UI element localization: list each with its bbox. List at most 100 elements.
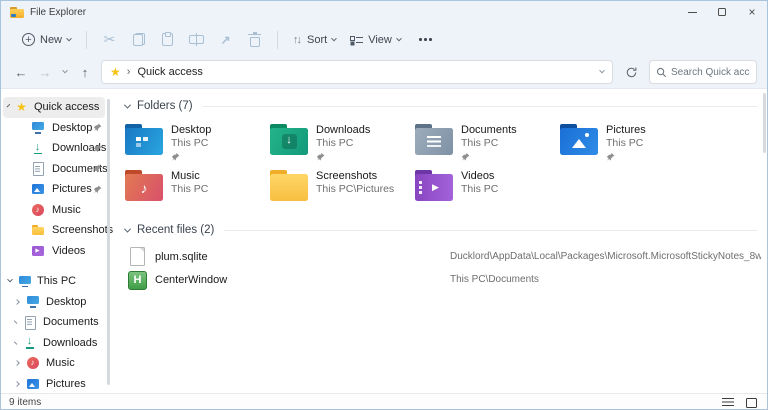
see-more-button[interactable] <box>412 27 441 53</box>
recent-file-row[interactable]: CenterWindow This PC\Documents <box>125 268 761 291</box>
search-box[interactable] <box>649 60 757 84</box>
sidebar-item[interactable]: Documents <box>1 159 113 180</box>
file-path: This PC\Documents <box>450 274 761 285</box>
chevron-down-icon[interactable] <box>124 101 131 108</box>
chevron-down-icon[interactable] <box>7 277 13 283</box>
minimize-button[interactable] <box>677 1 707 23</box>
folder-tile[interactable]: Desktop This PC <box>125 120 270 164</box>
breadcrumb[interactable]: Quick access <box>137 66 202 78</box>
folder-tile[interactable]: Documents This PC <box>415 120 560 164</box>
chevron-right-icon[interactable] <box>14 299 20 305</box>
recent-locations-button[interactable] <box>57 60 73 84</box>
sidebar-item[interactable]: Pictures <box>1 374 113 394</box>
folders-grid: Desktop This PC Downloads This PC <box>125 120 761 210</box>
folder-tile[interactable]: Downloads This PC <box>270 120 415 164</box>
cut-button[interactable]: ✂ <box>95 27 124 53</box>
chevron-right-icon[interactable] <box>14 320 18 324</box>
paste-button[interactable] <box>153 27 182 53</box>
copy-button[interactable] <box>124 27 153 53</box>
sidebar-item-label: Desktop <box>46 296 86 308</box>
sidebar-item[interactable]: Music <box>1 353 113 374</box>
sidebar-item-label: Music <box>46 357 75 369</box>
file-path: Ducklord\AppData\Local\Packages\Microsof… <box>450 251 761 262</box>
delete-button[interactable] <box>240 27 269 53</box>
sidebar-item[interactable]: Music <box>1 200 113 221</box>
folder-location: This PC <box>171 137 211 150</box>
new-button[interactable]: + New <box>15 27 78 53</box>
section-divider <box>203 106 757 107</box>
chevron-right-icon[interactable] <box>14 360 20 366</box>
sidebar-item-label: Downloads <box>43 337 97 349</box>
chevron-down-icon[interactable] <box>124 225 131 232</box>
folder-icon <box>560 124 598 155</box>
folder-name: Videos <box>461 170 498 183</box>
sidebar-item[interactable]: Pictures <box>1 179 113 200</box>
share-button[interactable]: ↗ <box>211 27 240 53</box>
pin-icon <box>93 123 102 132</box>
rename-icon <box>189 35 204 44</box>
chevron-down-icon <box>66 35 72 41</box>
large-icons-view-icon[interactable] <box>746 398 757 408</box>
recent-files-list: plum.sqlite Ducklord\AppData\Local\Packa… <box>125 245 761 291</box>
view-button[interactable]: View <box>343 27 408 53</box>
sidebar-item-label: Music <box>52 204 81 216</box>
sort-arrows-icon: ↑↓ <box>293 34 302 46</box>
sidebar-item[interactable]: Desktop <box>1 118 113 139</box>
quick-access-star-icon: ★ <box>14 100 29 114</box>
maximize-button[interactable] <box>707 1 737 23</box>
chevron-down-icon[interactable] <box>7 104 11 108</box>
pin-icon <box>316 152 325 162</box>
address-dropdown-icon[interactable] <box>599 68 605 74</box>
back-button[interactable]: ← <box>9 60 33 84</box>
folder-tile[interactable]: Videos This PC <box>415 166 560 210</box>
folder-tile[interactable]: Screenshots This PC\Pictures <box>270 166 415 210</box>
folder-name: Pictures <box>606 124 646 137</box>
close-button[interactable]: × <box>737 1 767 23</box>
sidebar-item[interactable]: Desktop <box>1 292 113 313</box>
forward-button[interactable]: → <box>33 60 57 84</box>
folder-name: Desktop <box>171 124 211 137</box>
command-toolbar: + New ✂ ↗ ↑↓ Sort View <box>1 23 767 56</box>
sidebar-item-icon <box>30 243 45 258</box>
up-button[interactable]: ↑ <box>73 60 97 84</box>
sidebar-item-quick-access[interactable]: ★ Quick access <box>3 97 105 118</box>
chevron-right-icon[interactable] <box>14 341 18 345</box>
maximize-icon <box>718 8 726 16</box>
address-bar[interactable]: ★ › Quick access <box>101 60 613 84</box>
sidebar-item[interactable]: Documents <box>1 312 113 333</box>
sidebar-item-label: Desktop <box>52 122 92 134</box>
this-pc-icon <box>17 274 32 289</box>
rename-button[interactable] <box>182 27 211 53</box>
search-input[interactable] <box>671 67 750 78</box>
section-label: Folders (7) <box>137 100 193 112</box>
folder-location: This PC <box>316 137 370 150</box>
refresh-button[interactable] <box>619 60 643 84</box>
sidebar-item[interactable]: Downloads <box>1 333 113 354</box>
file-explorer-window: File Explorer × + New ✂ ↗ ↑↓ Sort View <box>0 0 768 410</box>
folder-tile[interactable]: Pictures This PC <box>560 120 705 164</box>
new-label: New <box>40 34 62 46</box>
chevron-right-icon[interactable] <box>14 381 20 387</box>
sort-button[interactable]: ↑↓ Sort <box>286 27 343 53</box>
sidebar-item[interactable]: Downloads <box>1 138 113 159</box>
recent-files-section-header[interactable]: Recent files (2) <box>125 223 761 237</box>
sidebar-item-icon <box>25 376 40 391</box>
sidebar-item[interactable]: Screenshots <box>1 220 113 241</box>
paste-icon <box>162 33 173 46</box>
folder-name: Documents <box>461 124 517 137</box>
sidebar-scrollbar[interactable] <box>107 99 110 385</box>
recent-file-row[interactable]: plum.sqlite Ducklord\AppData\Local\Packa… <box>125 245 761 268</box>
folder-tile[interactable]: Music This PC <box>125 166 270 210</box>
toolbar-divider <box>86 31 87 49</box>
pin-icon <box>93 185 102 194</box>
main-scrollbar[interactable] <box>763 93 766 153</box>
folder-icon <box>270 170 308 201</box>
sidebar-item-this-pc[interactable]: This PC <box>1 271 113 292</box>
sidebar-item-icon <box>25 356 40 371</box>
details-view-icon[interactable] <box>722 398 734 407</box>
pin-icon <box>93 144 102 153</box>
back-icon: ← <box>15 65 28 80</box>
sidebar-item[interactable]: Videos <box>1 241 113 262</box>
folders-section-header[interactable]: Folders (7) <box>125 99 761 113</box>
file-name: CenterWindow <box>155 274 227 286</box>
